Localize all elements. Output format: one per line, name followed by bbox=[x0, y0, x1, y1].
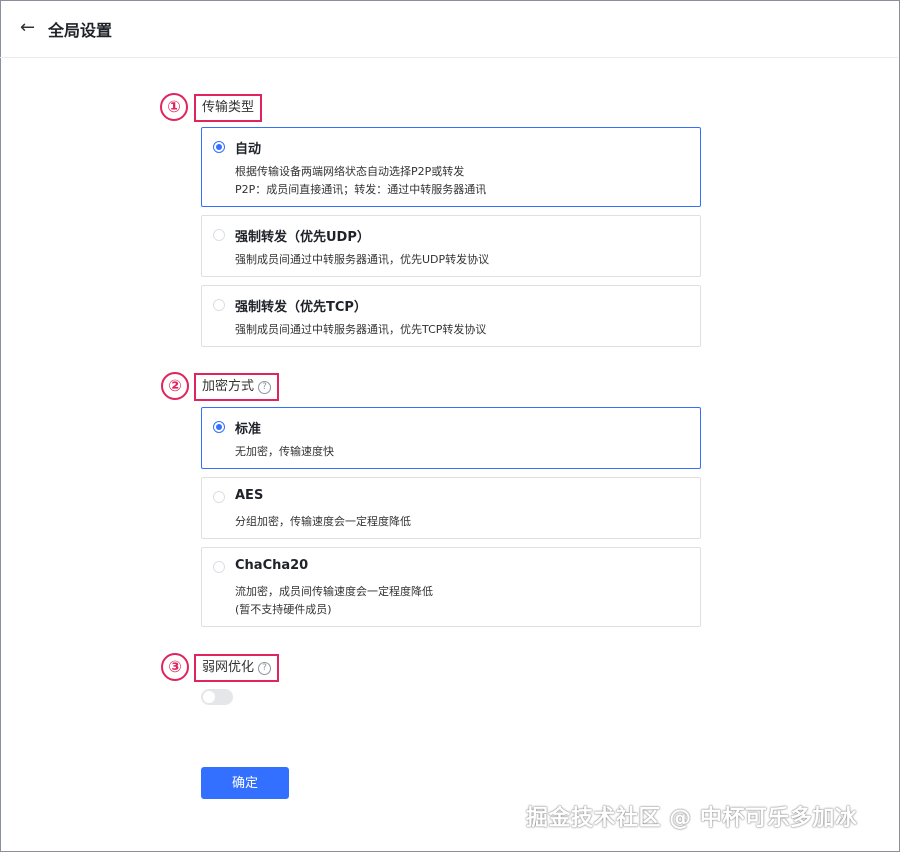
page-title: 全局设置 bbox=[48, 21, 113, 40]
transport-type-label: 传输类型 bbox=[194, 94, 263, 122]
option-desc: 无加密，传输速度快 bbox=[235, 445, 334, 458]
radio-unselected-icon[interactable] bbox=[213, 491, 225, 503]
transport-type-label-text: 传输类型 bbox=[202, 100, 255, 115]
encryption-label: 加密方式 ? bbox=[194, 373, 280, 401]
help-icon[interactable]: ? bbox=[258, 380, 272, 394]
option-desc: 流加密，成员间传输速度会一定程度降低 bbox=[235, 585, 433, 598]
radio-unselected-icon[interactable] bbox=[213, 299, 225, 311]
option-title: 强制转发（优先UDP） bbox=[235, 230, 370, 245]
watermark: 掘金技术社区 @ 中杯可乐多加冰 bbox=[526, 806, 858, 831]
weak-network-toggle[interactable] bbox=[201, 689, 233, 705]
annotation-number-3: ③ bbox=[161, 653, 189, 681]
option-title: AES bbox=[235, 488, 264, 503]
option-desc: 分组加密，传输速度会一定程度降低 bbox=[235, 515, 411, 528]
encryption-option-chacha20[interactable]: ChaCha20 流加密，成员间传输速度会一定程度降低 (暂不支持硬件成员) bbox=[201, 547, 701, 627]
header: ← 全局设置 bbox=[0, 0, 898, 58]
option-title: 自动 bbox=[235, 142, 262, 157]
weak-network-label: 弱网优化 ? bbox=[194, 654, 280, 682]
option-title: ChaCha20 bbox=[235, 558, 309, 573]
back-arrow-icon[interactable]: ← bbox=[20, 16, 42, 40]
encryption-option-aes[interactable]: AES 分组加密，传输速度会一定程度降低 bbox=[201, 477, 701, 539]
option-desc: 强制成员间通过中转服务器通讯，优先TCP转发协议 bbox=[235, 323, 487, 336]
encryption-option-standard[interactable]: 标准 无加密，传输速度快 bbox=[201, 407, 701, 469]
weak-network-label-text: 弱网优化 bbox=[202, 660, 255, 675]
option-desc: (暂不支持硬件成员) bbox=[235, 603, 332, 616]
annotation-number-1: ① bbox=[160, 93, 188, 121]
option-desc: P2P：成员间直接通讯；转发：通过中转服务器通讯 bbox=[235, 183, 487, 196]
option-title: 强制转发（优先TCP） bbox=[235, 300, 367, 315]
option-desc: 根据传输设备两端网络状态自动选择P2P或转发 bbox=[235, 165, 465, 178]
option-desc: 强制成员间通过中转服务器通讯，优先UDP转发协议 bbox=[235, 253, 490, 266]
transport-option-auto[interactable]: 自动 根据传输设备两端网络状态自动选择P2P或转发 P2P：成员间直接通讯；转发… bbox=[201, 127, 701, 207]
radio-selected-icon[interactable] bbox=[213, 141, 225, 153]
transport-option-relay-tcp[interactable]: 强制转发（优先TCP） 强制成员间通过中转服务器通讯，优先TCP转发协议 bbox=[201, 285, 701, 347]
annotation-number-2: ② bbox=[161, 372, 189, 400]
confirm-button[interactable]: 确定 bbox=[201, 767, 289, 799]
transport-option-relay-udp[interactable]: 强制转发（优先UDP） 强制成员间通过中转服务器通讯，优先UDP转发协议 bbox=[201, 215, 701, 277]
radio-unselected-icon[interactable] bbox=[213, 229, 225, 241]
radio-selected-icon[interactable] bbox=[213, 421, 225, 433]
radio-unselected-icon[interactable] bbox=[213, 561, 225, 573]
option-title: 标准 bbox=[235, 422, 262, 437]
encryption-label-text: 加密方式 bbox=[202, 379, 255, 394]
help-icon[interactable]: ? bbox=[258, 661, 272, 675]
